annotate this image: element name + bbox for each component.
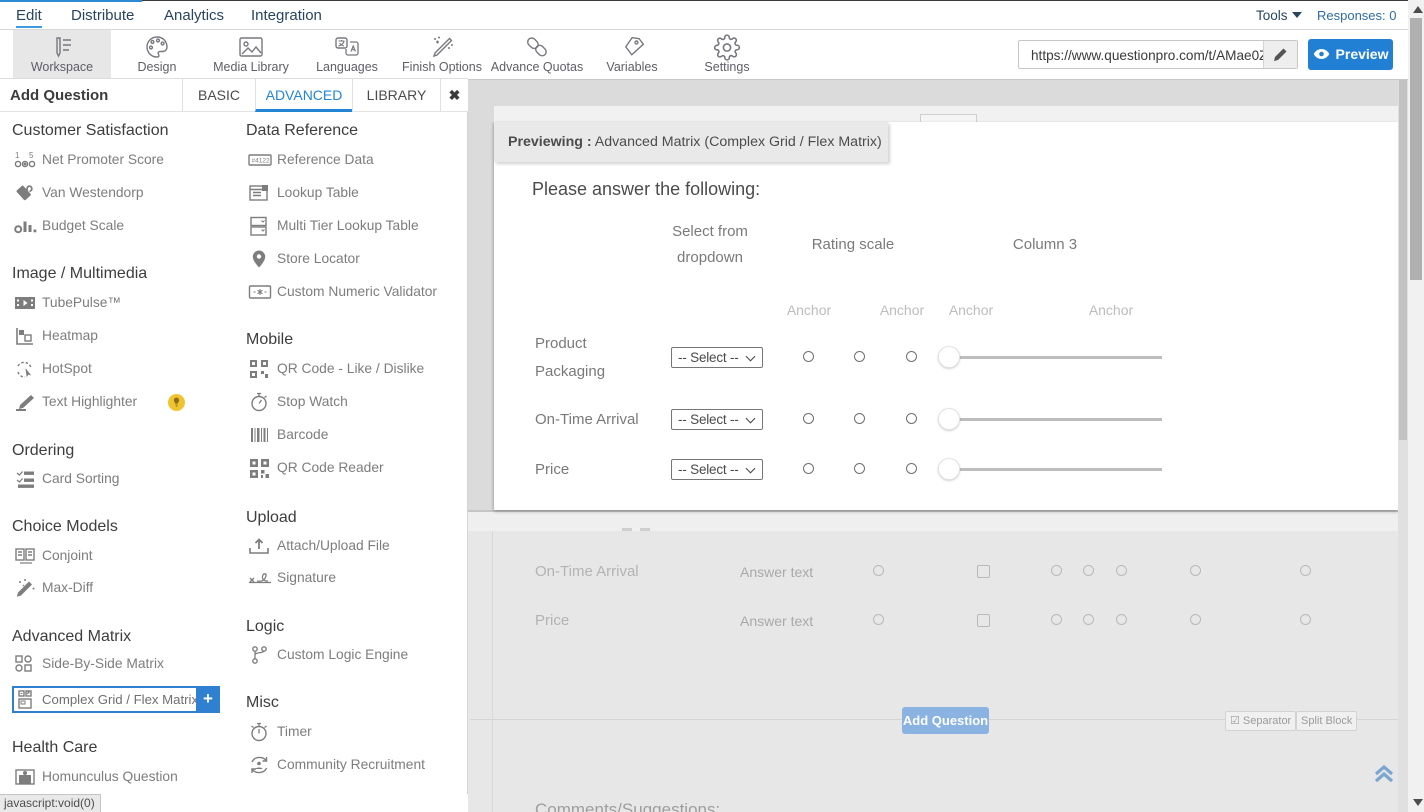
svg-text:#4122: #4122 — [252, 158, 270, 165]
svg-text:1: 1 — [15, 151, 20, 160]
svg-text:5: 5 — [29, 151, 34, 160]
